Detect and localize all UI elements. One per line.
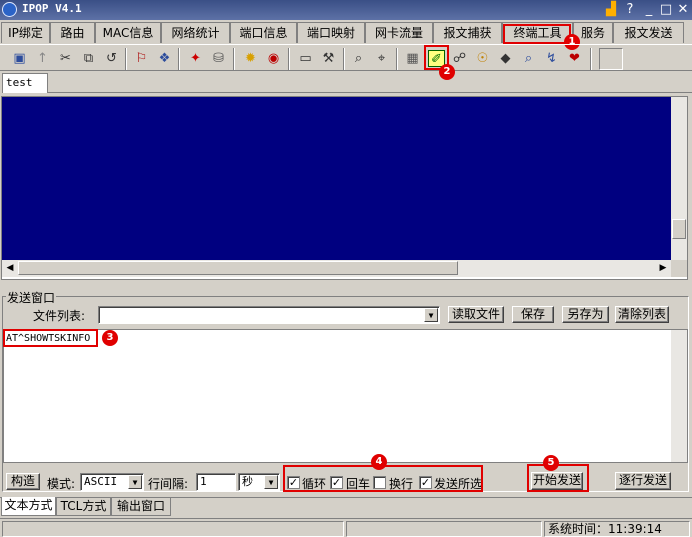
- tab-nic-traffic[interactable]: 网卡流量: [365, 22, 433, 43]
- tab-ip-bind[interactable]: IP绑定: [1, 22, 50, 43]
- toolbar-blank-button[interactable]: [599, 48, 623, 70]
- interval-value: 1: [200, 475, 207, 488]
- tab-mac-info[interactable]: MAC信息: [95, 22, 161, 43]
- annotation-badge-5: 5: [543, 455, 559, 471]
- annotation-box-4: [283, 465, 483, 492]
- save-as-button[interactable]: 另存为: [562, 306, 609, 323]
- toolbar-separator: [590, 48, 592, 70]
- main-tab-bar: IP绑定 路由 MAC信息 网络统计 端口信息 端口映射 网卡流量 报文捕获 终…: [0, 22, 692, 44]
- badge-icon[interactable]: ☉: [474, 50, 491, 67]
- clear-list-button[interactable]: 清除列表: [615, 306, 669, 323]
- annotation-box-1: [503, 24, 571, 44]
- output-console[interactable]: [2, 97, 671, 260]
- book-icon[interactable]: ✦: [187, 50, 204, 67]
- interval-unit-select[interactable]: 秒 ▼: [238, 473, 280, 491]
- app-icon: [2, 2, 17, 17]
- output-horizontal-scrollbar[interactable]: ◀ ▶: [2, 260, 671, 277]
- interval-label: 行间隔:: [148, 477, 189, 491]
- minimize-button[interactable]: _: [641, 1, 657, 18]
- horizontal-scroll-thumb[interactable]: [18, 261, 458, 275]
- scroll-right-icon[interactable]: ▶: [655, 260, 671, 276]
- scroll-left-icon[interactable]: ◀: [2, 260, 18, 276]
- output-panel: ◀ ▶: [1, 96, 688, 280]
- annotation-badge-4: 4: [371, 454, 387, 470]
- tab-tcl-mode[interactable]: TCL方式: [56, 498, 111, 516]
- status-bar: 系统时间：11:39:14: [0, 518, 692, 537]
- system-time-value: 11:39:14: [608, 522, 662, 536]
- chevron-down-icon[interactable]: ▼: [424, 308, 438, 322]
- toolbar-separator: [233, 48, 235, 70]
- layout-icon[interactable]: ▟: [603, 1, 619, 18]
- mode-value: ASCII: [84, 475, 118, 488]
- chevron-down-icon[interactable]: ▼: [128, 475, 142, 489]
- file-list-dropdown[interactable]: ▼: [98, 306, 440, 324]
- chevron-down-icon[interactable]: ▼: [264, 475, 278, 489]
- users-icon[interactable]: ⛁: [210, 50, 227, 67]
- tab-network-stats[interactable]: 网络统计: [161, 22, 230, 43]
- heart-icon[interactable]: ❤: [566, 50, 583, 67]
- computer-icon[interactable]: ▣: [11, 50, 28, 67]
- wave-icon[interactable]: ↯: [543, 50, 560, 67]
- tab-packet-capture[interactable]: 报文捕获: [433, 22, 502, 43]
- interval-unit-value: 秒: [242, 475, 253, 488]
- tab-port-mapping[interactable]: 端口映射: [297, 22, 365, 43]
- tab-port-info[interactable]: 端口信息: [230, 22, 297, 43]
- calculator-icon[interactable]: ▦: [404, 50, 421, 67]
- mode-label: 模式:: [47, 477, 76, 491]
- upload-icon[interactable]: ↑: [34, 50, 51, 67]
- keyboard-icon[interactable]: ▭: [297, 50, 314, 67]
- tools-icon[interactable]: ⚒: [320, 50, 337, 67]
- status-panel-1: [2, 521, 344, 537]
- status-panel-2: [346, 521, 542, 537]
- vertical-scroll-thumb[interactable]: [672, 219, 686, 239]
- annotation-box-5: [527, 464, 589, 492]
- window-title: IPOP V4.1: [22, 2, 82, 15]
- sun-icon[interactable]: ✹: [242, 50, 259, 67]
- copy-icon[interactable]: ⧉: [80, 50, 97, 67]
- target-icon[interactable]: ◉: [265, 50, 282, 67]
- line-send-button[interactable]: 逐行发送: [615, 472, 671, 490]
- mode-select[interactable]: ASCII ▼: [80, 473, 144, 491]
- diamond-icon[interactable]: ◆: [497, 50, 514, 67]
- doc-tab-line: [48, 92, 692, 93]
- file-list-label: 文件列表:: [33, 309, 86, 323]
- save-button[interactable]: 保存: [512, 306, 554, 323]
- annotation-badge-2: 2: [439, 64, 455, 80]
- toolbar-separator: [396, 48, 398, 70]
- close-button[interactable]: ✕: [675, 1, 691, 18]
- tab-packet-send[interactable]: 报文发送: [613, 22, 684, 43]
- tab-text-mode[interactable]: 文本方式: [1, 497, 56, 516]
- toolbar-separator: [343, 48, 345, 70]
- toolbar-separator: [288, 48, 290, 70]
- output-vertical-scrollbar[interactable]: [671, 97, 687, 260]
- search-icon[interactable]: ⌕: [350, 50, 367, 67]
- flag-icon[interactable]: ⚐: [133, 50, 150, 67]
- maximize-button[interactable]: □: [658, 1, 674, 18]
- annotation-box-3: [3, 329, 98, 347]
- toolbar-separator: [178, 48, 180, 70]
- zoom-icon[interactable]: ⌕: [520, 50, 537, 67]
- refresh-icon[interactable]: ↺: [103, 50, 120, 67]
- interval-input[interactable]: 1: [196, 473, 236, 491]
- system-time-label: 系统时间：: [548, 522, 609, 536]
- doc-tab-test[interactable]: test: [2, 73, 48, 93]
- network-icon[interactable]: ❖: [156, 50, 173, 67]
- tab-output-window[interactable]: 输出窗口: [111, 498, 171, 516]
- toolbar-separator: [125, 48, 127, 70]
- send-window-legend: 发送窗口: [6, 289, 57, 306]
- title-bar: IPOP V4.1 ▟ ? _ □ ✕: [0, 0, 692, 20]
- status-panel-time: 系统时间：11:39:14: [544, 521, 690, 537]
- build-button[interactable]: 构造: [6, 473, 40, 490]
- scroll-corner: [671, 260, 687, 277]
- link-icon[interactable]: ☍: [451, 50, 468, 67]
- send-vertical-scrollbar[interactable]: [671, 330, 687, 462]
- read-file-button[interactable]: 读取文件: [448, 306, 504, 323]
- annotation-badge-3: 3: [102, 330, 118, 346]
- tab-route[interactable]: 路由: [50, 22, 95, 43]
- cut-icon[interactable]: ✂: [57, 50, 74, 67]
- crosshair-icon[interactable]: ⌖: [373, 50, 390, 67]
- help-button[interactable]: ?: [622, 1, 638, 18]
- toolbar: ▣ ↑ ✂ ⧉ ↺ ⚐ ❖ ✦ ⛁ ✹ ◉ ▭ ⚒ ⌕ ⌖ ▦ ✐ ☍ ☉ ◆ …: [0, 44, 692, 71]
- send-text-area[interactable]: AT^SHOWTSKINFO: [3, 329, 688, 463]
